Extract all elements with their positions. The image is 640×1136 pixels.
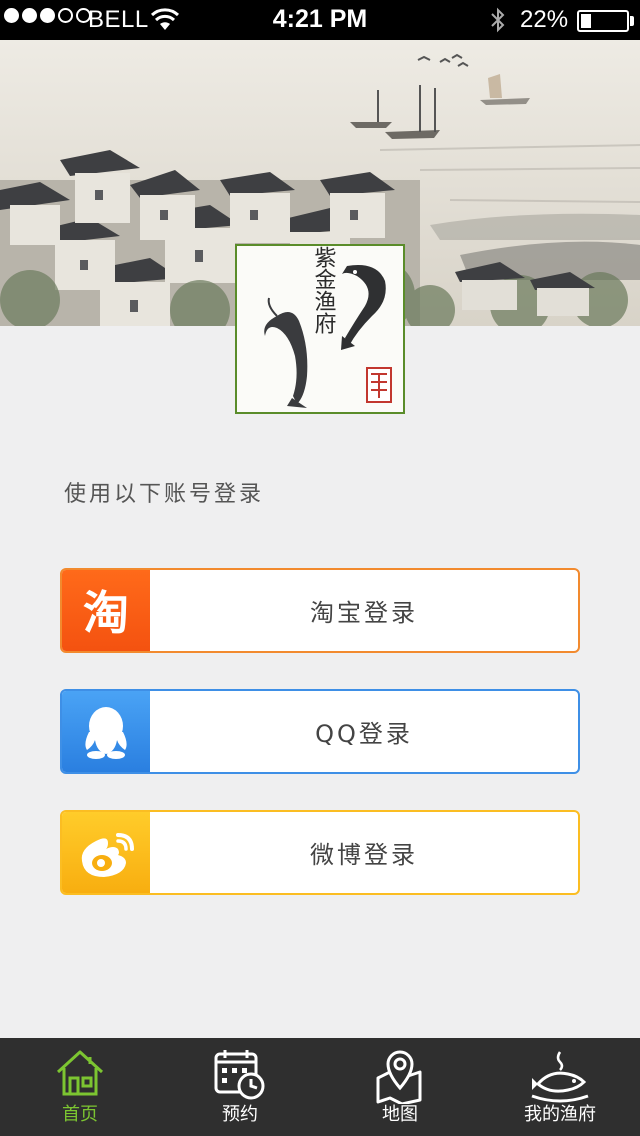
tab-my-fishery[interactable]: 我的渔府 [480,1038,640,1136]
home-icon [56,1050,104,1096]
status-bar: BELL 4:21 PM 22% [0,0,640,40]
login-prompt: 使用以下账号登录 [64,482,265,507]
weibo-icon [62,812,150,893]
tab-map-label: 地图 [382,1104,418,1125]
qq-login-label: QQ登录 [315,720,413,748]
weibo-login-label: 微博登录 [310,841,418,869]
bottom-tab-bar: 首页 预约 地图 我的渔府 [0,1038,640,1136]
svg-text:淘: 淘 [83,586,129,637]
qq-icon [62,691,150,772]
battery-icon [577,10,629,32]
tab-reservation[interactable]: 预约 [160,1038,320,1136]
koi-fish-icon [341,265,386,350]
fish-dish-icon [531,1051,589,1103]
tab-my-fishery-label: 我的渔府 [524,1104,596,1125]
tab-home-label: 首页 [62,1104,98,1125]
tab-map[interactable]: 地图 [320,1038,480,1136]
calendar-clock-icon [214,1050,265,1100]
map-pin-icon [376,1050,422,1104]
app-logo: 紫金渔府 [235,244,405,414]
taobao-login-button[interactable]: 淘 淘宝登录 [60,568,580,653]
bluetooth-icon [488,6,508,41]
tab-reservation-label: 预约 [222,1104,258,1125]
weibo-login-button[interactable]: 微博登录 [60,810,580,895]
qq-login-button[interactable]: QQ登录 [60,689,580,774]
battery-percent: 22% [520,6,569,33]
taobao-login-label: 淘宝登录 [310,599,418,627]
svg-text:紫金渔府: 紫金渔府 [311,246,337,334]
tab-home[interactable]: 首页 [0,1038,160,1136]
taobao-icon: 淘 [62,570,150,651]
